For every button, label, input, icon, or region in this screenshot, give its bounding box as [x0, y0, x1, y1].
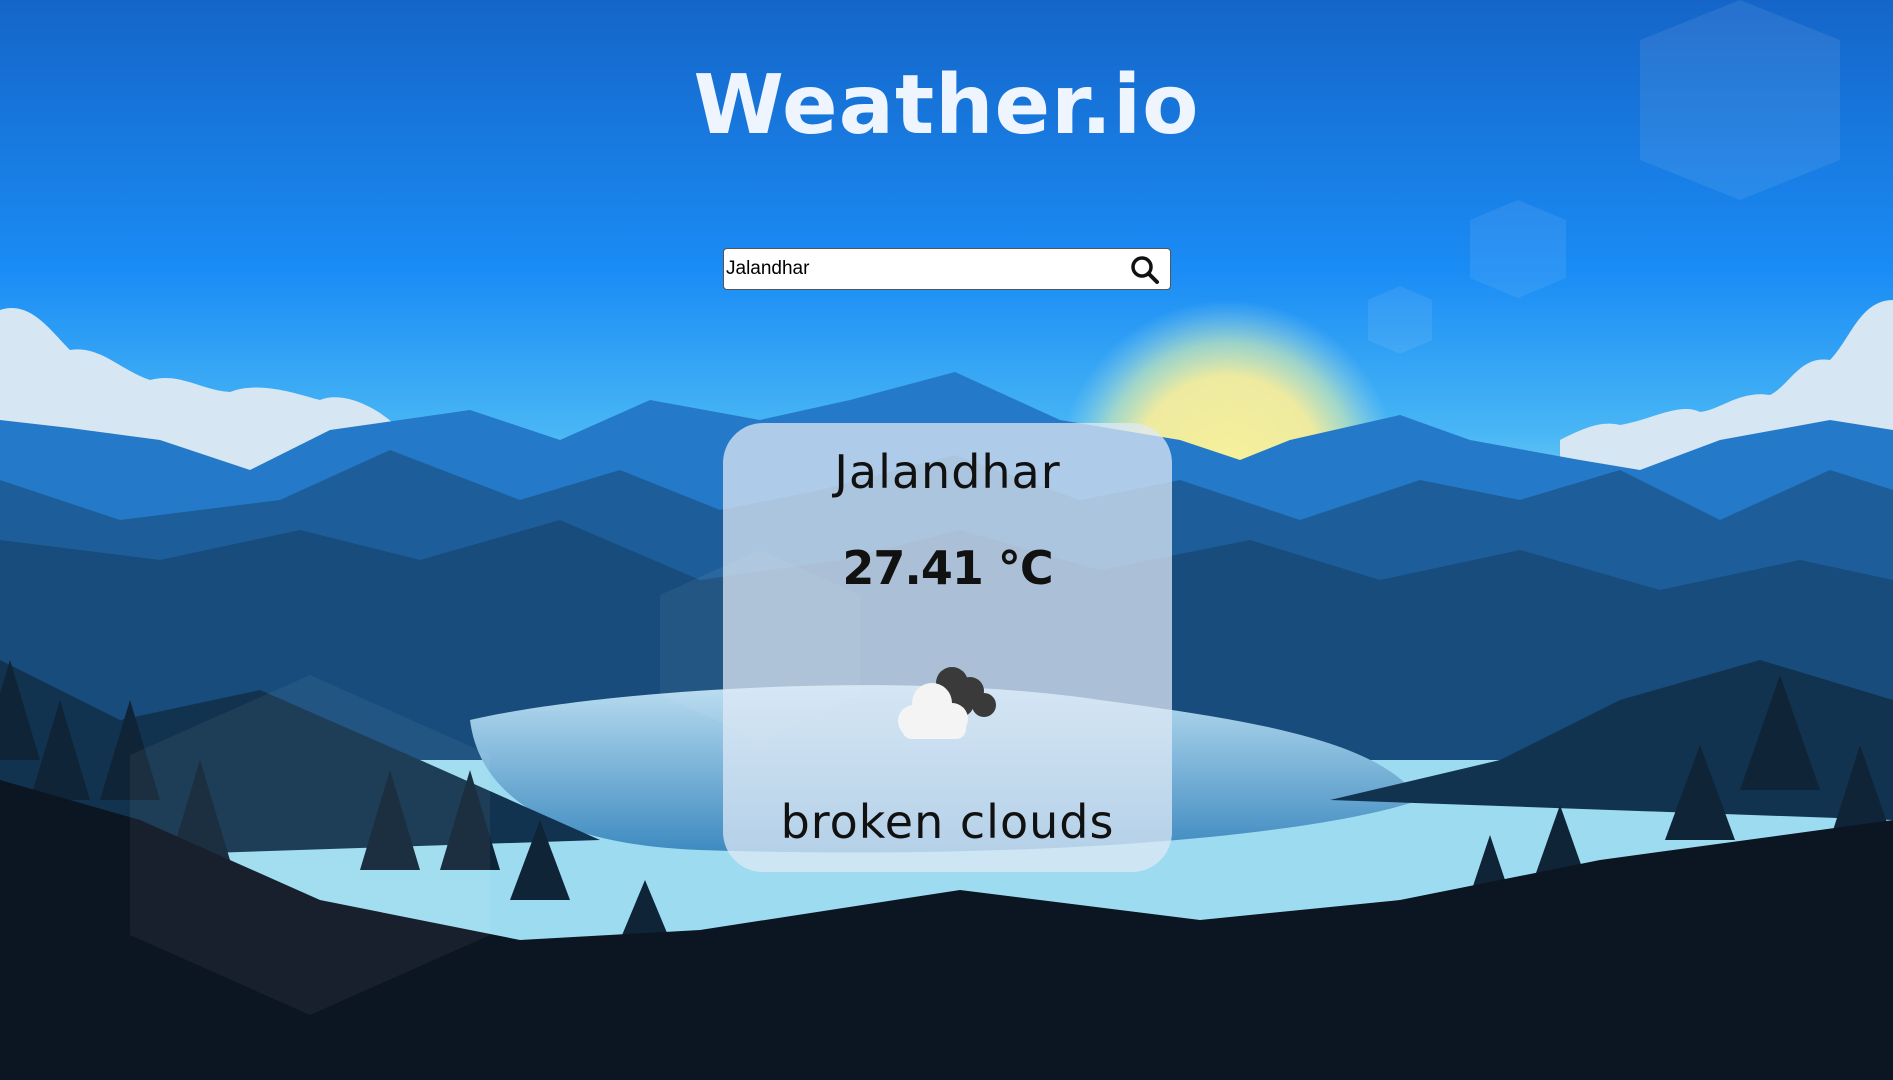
city-name: Jalandhar: [834, 445, 1061, 499]
weather-card: Jalandhar 27.41 °C broken clouds: [723, 423, 1172, 872]
app-title: Weather.io: [693, 58, 1200, 153]
search-icon: [1131, 256, 1159, 284]
search-bar: [723, 248, 1171, 290]
search-button[interactable]: [1128, 253, 1162, 287]
broken-clouds-icon: [898, 667, 996, 739]
temperature: 27.41 °C: [842, 541, 1053, 595]
search-input[interactable]: [726, 253, 1106, 285]
weather-description: broken clouds: [780, 795, 1115, 849]
